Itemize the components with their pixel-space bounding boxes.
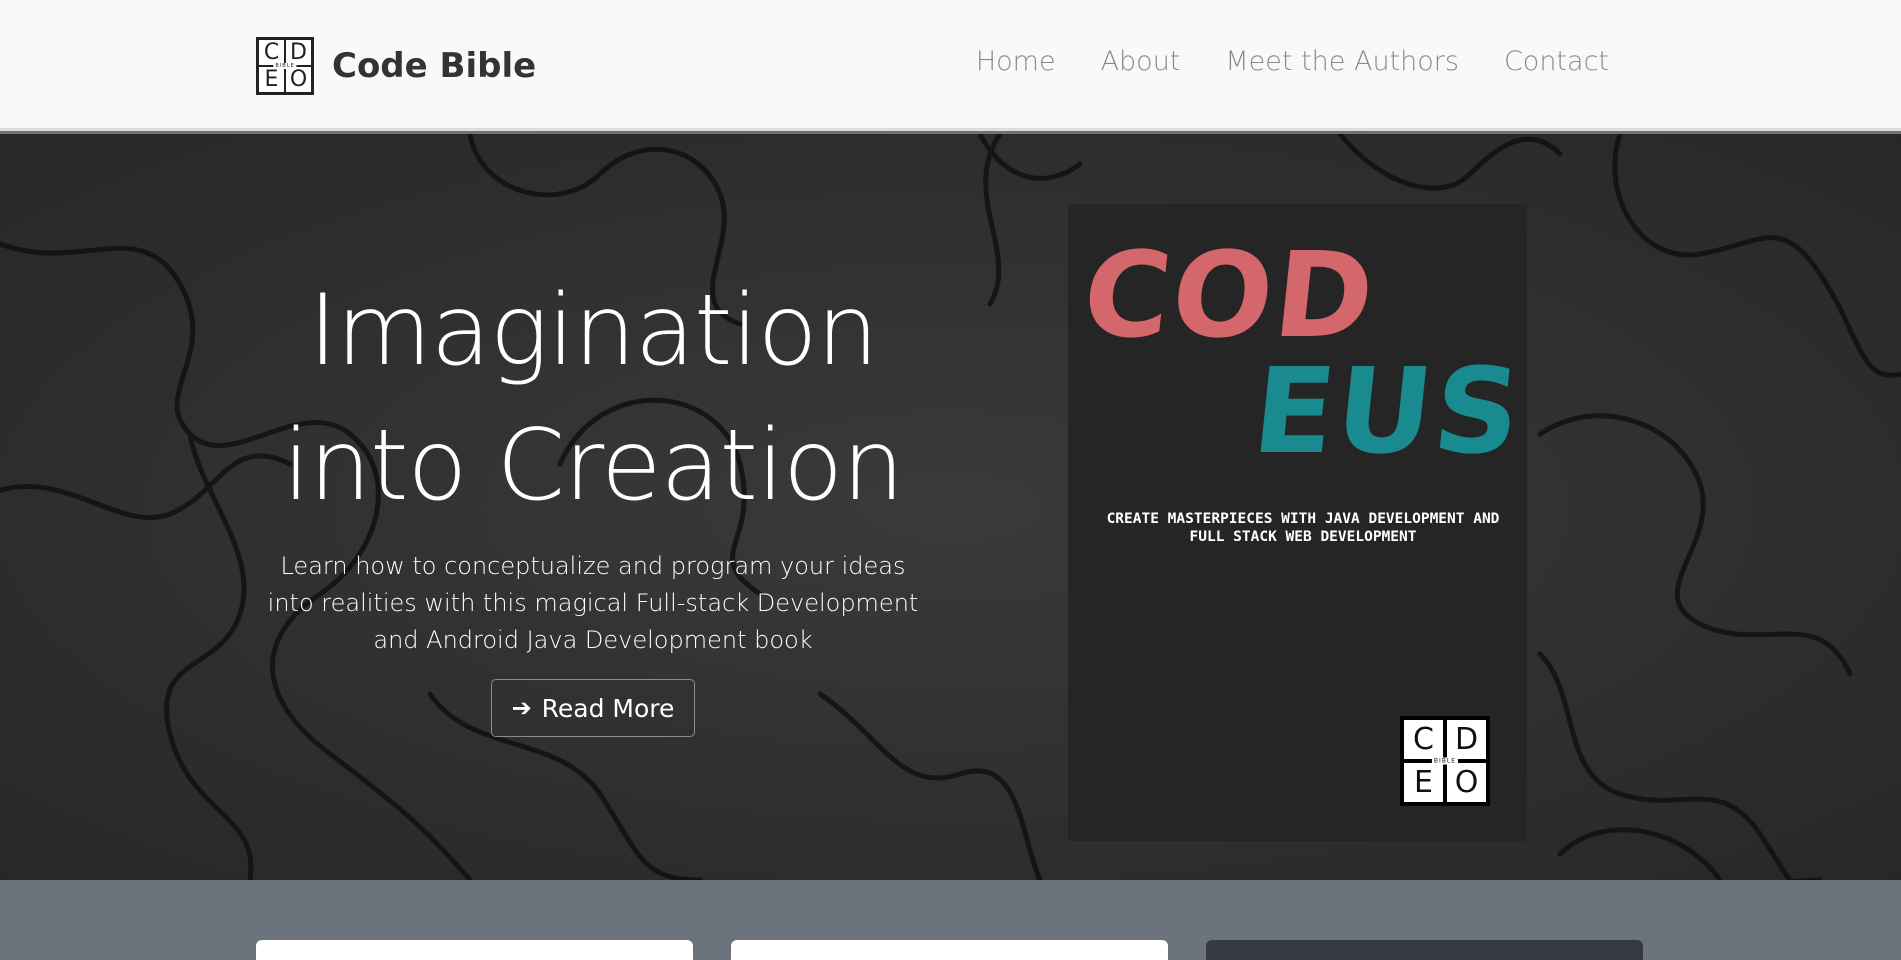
card-2[interactable] [731, 940, 1168, 960]
book-logo-letter: O [1447, 763, 1486, 802]
book-logo-letter: E [1404, 763, 1443, 802]
hero-section: Imagination into Creation Learn how to c… [0, 134, 1901, 880]
brand-link[interactable]: C D E O BIBLE Code Bible [256, 35, 536, 97]
book-title-part-2: EUS [1246, 342, 1529, 480]
logo-letter: E [258, 66, 285, 93]
logo-small-text: BIBLE [273, 63, 297, 69]
book-tagline: CREATE MASTERPIECES WITH JAVA DEVELOPMEN… [1106, 511, 1500, 545]
nav-link-about[interactable]: About [1101, 46, 1181, 77]
hero-title-line-2: into Creation [282, 409, 905, 523]
nav-link-meet-the-authors[interactable]: Meet the Authors [1225, 46, 1459, 77]
logo-letter: O [285, 66, 312, 93]
book-logo-icon: C D E O BIBLE [1400, 716, 1490, 806]
read-more-label: Read More [541, 693, 675, 723]
nav-link-contact[interactable]: Contact [1504, 46, 1609, 77]
code-bible-logo-icon: C D E O BIBLE [256, 37, 314, 95]
hero-title: Imagination into Creation [260, 264, 926, 534]
logo-letter: D [285, 39, 312, 66]
book-logo-letter: D [1447, 720, 1486, 759]
hero-title-line-1: Imagination [308, 274, 878, 388]
navbar: C D E O BIBLE Code Bible Home About Meet… [0, 0, 1901, 131]
card-3[interactable] [1206, 940, 1643, 960]
book-logo-small-text: BIBLE [1431, 757, 1459, 765]
book-cover-image: COD EUS CREATE MASTERPIECES WITH JAVA DE… [1068, 204, 1529, 841]
logo-letter: C [258, 39, 285, 66]
main-nav: Home About Meet the Authors Contact [976, 46, 1609, 77]
hero-text-block: Imagination into Creation Learn how to c… [260, 264, 926, 737]
brand-name: Code Bible [332, 46, 537, 86]
cards-section [256, 940, 1646, 960]
read-more-button[interactable]: ➔ Read More [490, 679, 696, 737]
hero-subtitle: Learn how to conceptualize and program y… [267, 552, 919, 654]
book-logo-letter: C [1404, 720, 1443, 759]
card-1[interactable] [256, 940, 693, 960]
arrow-right-icon: ➔ [511, 694, 532, 722]
nav-link-home[interactable]: Home [976, 46, 1056, 77]
